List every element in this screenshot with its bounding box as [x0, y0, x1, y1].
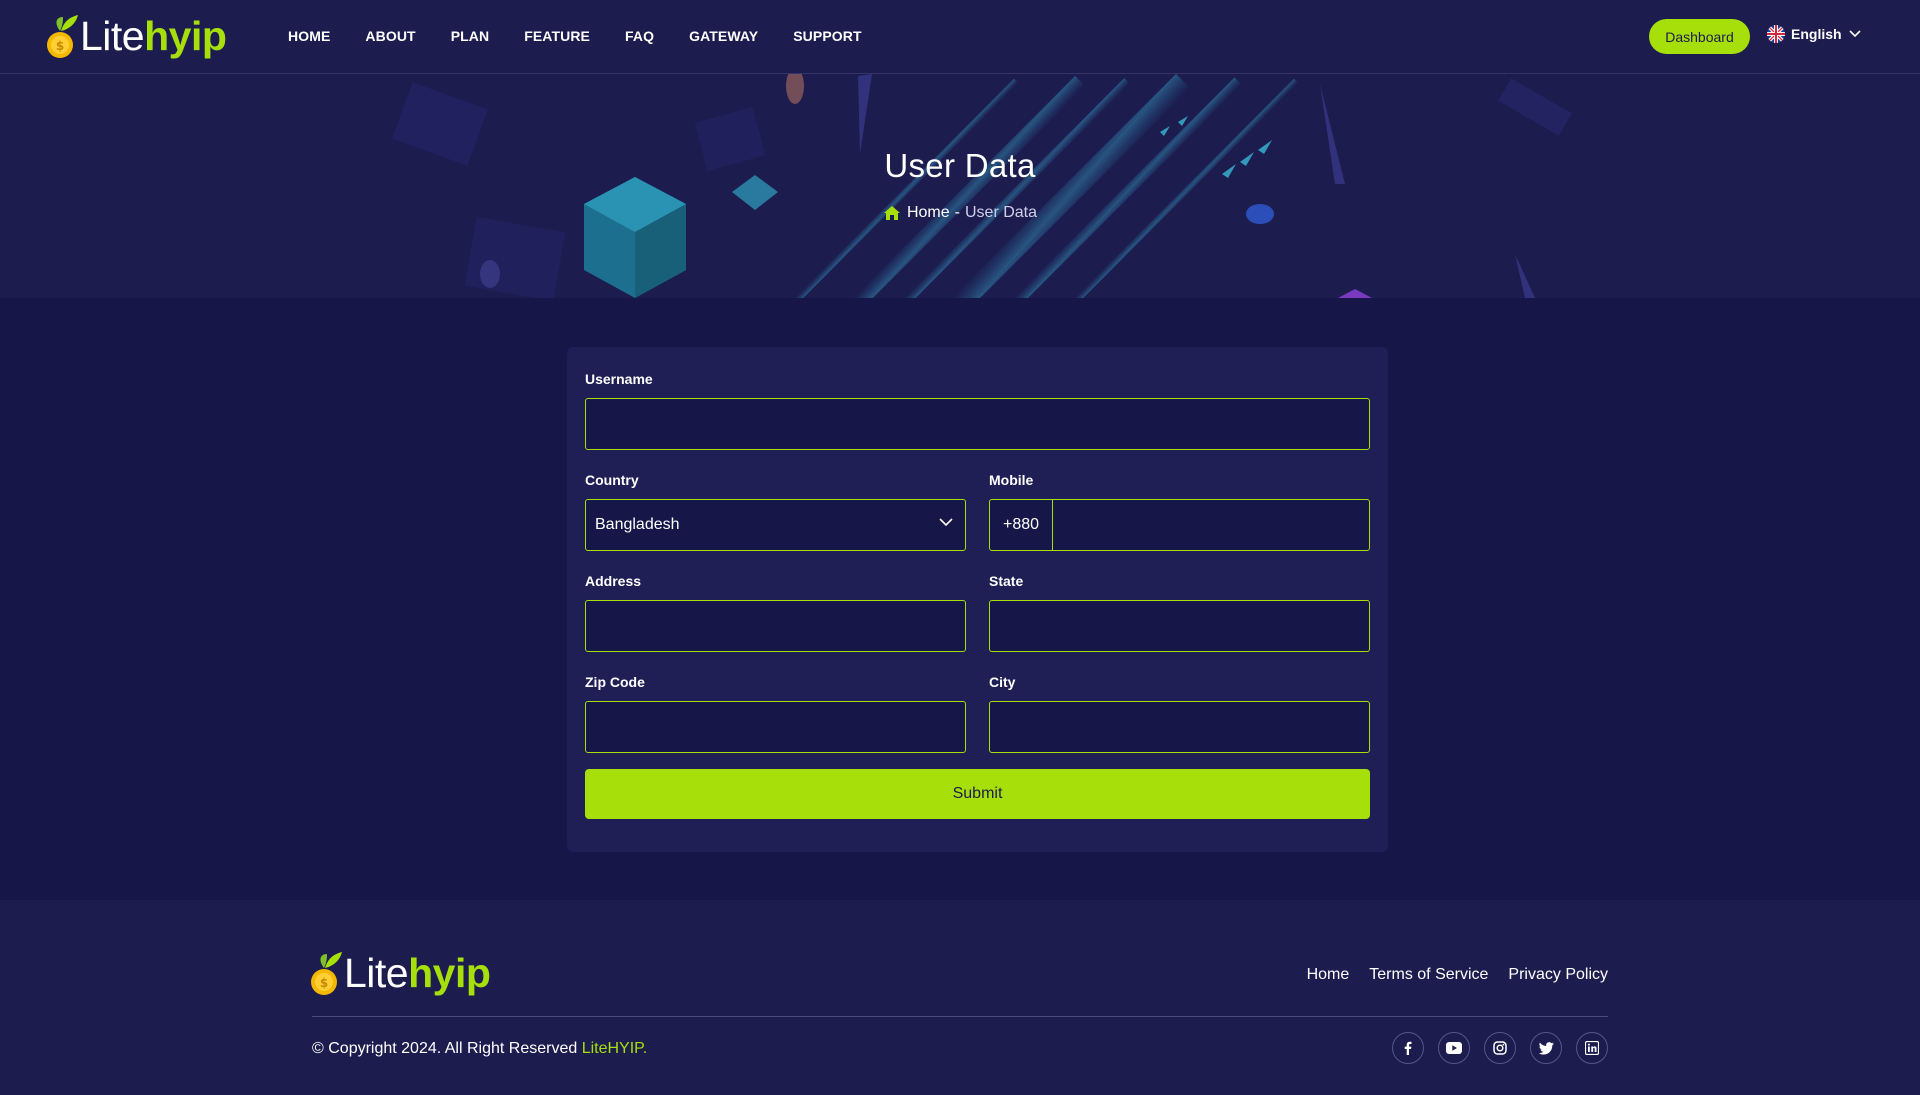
copyright-text: © Copyright 2024. All Right Reserved: [312, 1040, 582, 1057]
logo-text-hyip: hyip: [144, 12, 227, 59]
zip-code-label: Zip Code: [585, 674, 645, 690]
logo-text-hyip: hyip: [408, 949, 491, 996]
facebook-icon[interactable]: [1392, 1032, 1424, 1064]
logo-text-lite: Lite: [344, 949, 409, 996]
youtube-icon[interactable]: [1438, 1032, 1470, 1064]
user-data-form: Username Country Bangladesh Mobile +880 …: [567, 347, 1388, 852]
footer-logo[interactable]: $ Litehyip: [310, 948, 491, 998]
main-nav: HOME ABOUT PLAN FEATURE FAQ GATEWAY SUPP…: [288, 0, 862, 72]
copyright: © Copyright 2024. All Right Reserved Lit…: [312, 1040, 647, 1058]
mobile-field[interactable]: [1053, 500, 1369, 550]
address-field[interactable]: [585, 600, 966, 652]
nav-home[interactable]: HOME: [288, 28, 330, 44]
mobile-field-group: +880: [989, 499, 1370, 551]
city-field[interactable]: [989, 701, 1370, 753]
nav-about[interactable]: ABOUT: [365, 28, 415, 44]
svg-text:$: $: [320, 976, 328, 990]
nav-faq[interactable]: FAQ: [625, 28, 654, 44]
breadcrumb: Home - User Data: [0, 204, 1920, 222]
mobile-country-code: +880: [990, 500, 1053, 550]
footer-links: Home Terms of Service Privacy Policy: [1287, 966, 1608, 984]
logo-wordmark: Litehyip: [80, 12, 227, 59]
zip-code-field[interactable]: [585, 701, 966, 753]
footer-link-privacy[interactable]: Privacy Policy: [1508, 966, 1608, 984]
logo-text-lite: Lite: [80, 12, 145, 59]
site-footer: $ Litehyip Home Terms of Service Privacy…: [0, 900, 1920, 1095]
country-value: Bangladesh: [595, 516, 680, 533]
chevron-down-icon: [1848, 30, 1861, 38]
footer-link-terms[interactable]: Terms of Service: [1369, 966, 1488, 984]
site-header: $ Litehyip HOME ABOUT PLAN FEATURE FAQ G…: [0, 0, 1920, 74]
instagram-icon[interactable]: [1484, 1032, 1516, 1064]
nav-support[interactable]: SUPPORT: [793, 28, 861, 44]
mobile-label: Mobile: [989, 472, 1034, 488]
page-title: User Data: [884, 147, 1036, 184]
city-label: City: [989, 674, 1016, 690]
breadcrumb-home[interactable]: Home: [907, 204, 950, 222]
twitter-icon[interactable]: [1530, 1032, 1562, 1064]
language-label: English: [1791, 26, 1842, 42]
country-select[interactable]: Bangladesh: [585, 499, 966, 551]
submit-button[interactable]: Submit: [585, 769, 1370, 819]
country-label: Country: [585, 472, 639, 488]
home-icon: [883, 206, 900, 220]
copyright-brand-link[interactable]: LiteHYIP.: [582, 1040, 648, 1057]
address-label: Address: [585, 573, 642, 589]
nav-gateway[interactable]: GATEWAY: [689, 28, 758, 44]
svg-text:$: $: [56, 39, 64, 53]
state-field[interactable]: [989, 600, 1370, 652]
username-field[interactable]: [585, 398, 1370, 450]
site-logo[interactable]: $ Litehyip: [46, 11, 227, 61]
nav-plan[interactable]: PLAN: [451, 28, 490, 44]
state-label: State: [989, 573, 1024, 589]
breadcrumb-separator: -: [954, 204, 960, 221]
logo-coin-icon: $: [47, 15, 78, 58]
dashboard-button[interactable]: Dashboard: [1649, 19, 1750, 54]
logo-coin-icon: $: [311, 952, 342, 995]
page-banner: User Data Home - User Data: [0, 74, 1920, 298]
breadcrumb-current: User Data: [964, 204, 1038, 221]
language-selector[interactable]: English: [1767, 25, 1861, 43]
footer-divider: [312, 1016, 1608, 1017]
username-label: Username: [585, 371, 653, 387]
social-links: [1378, 1032, 1608, 1064]
footer-link-home[interactable]: Home: [1307, 966, 1350, 984]
banner-background-art: [0, 74, 1920, 298]
uk-flag-icon: [1767, 25, 1785, 43]
chevron-down-icon: [939, 518, 953, 527]
logo-wordmark: Litehyip: [344, 949, 491, 996]
linkedin-icon[interactable]: [1576, 1032, 1608, 1064]
nav-feature[interactable]: FEATURE: [524, 28, 590, 44]
